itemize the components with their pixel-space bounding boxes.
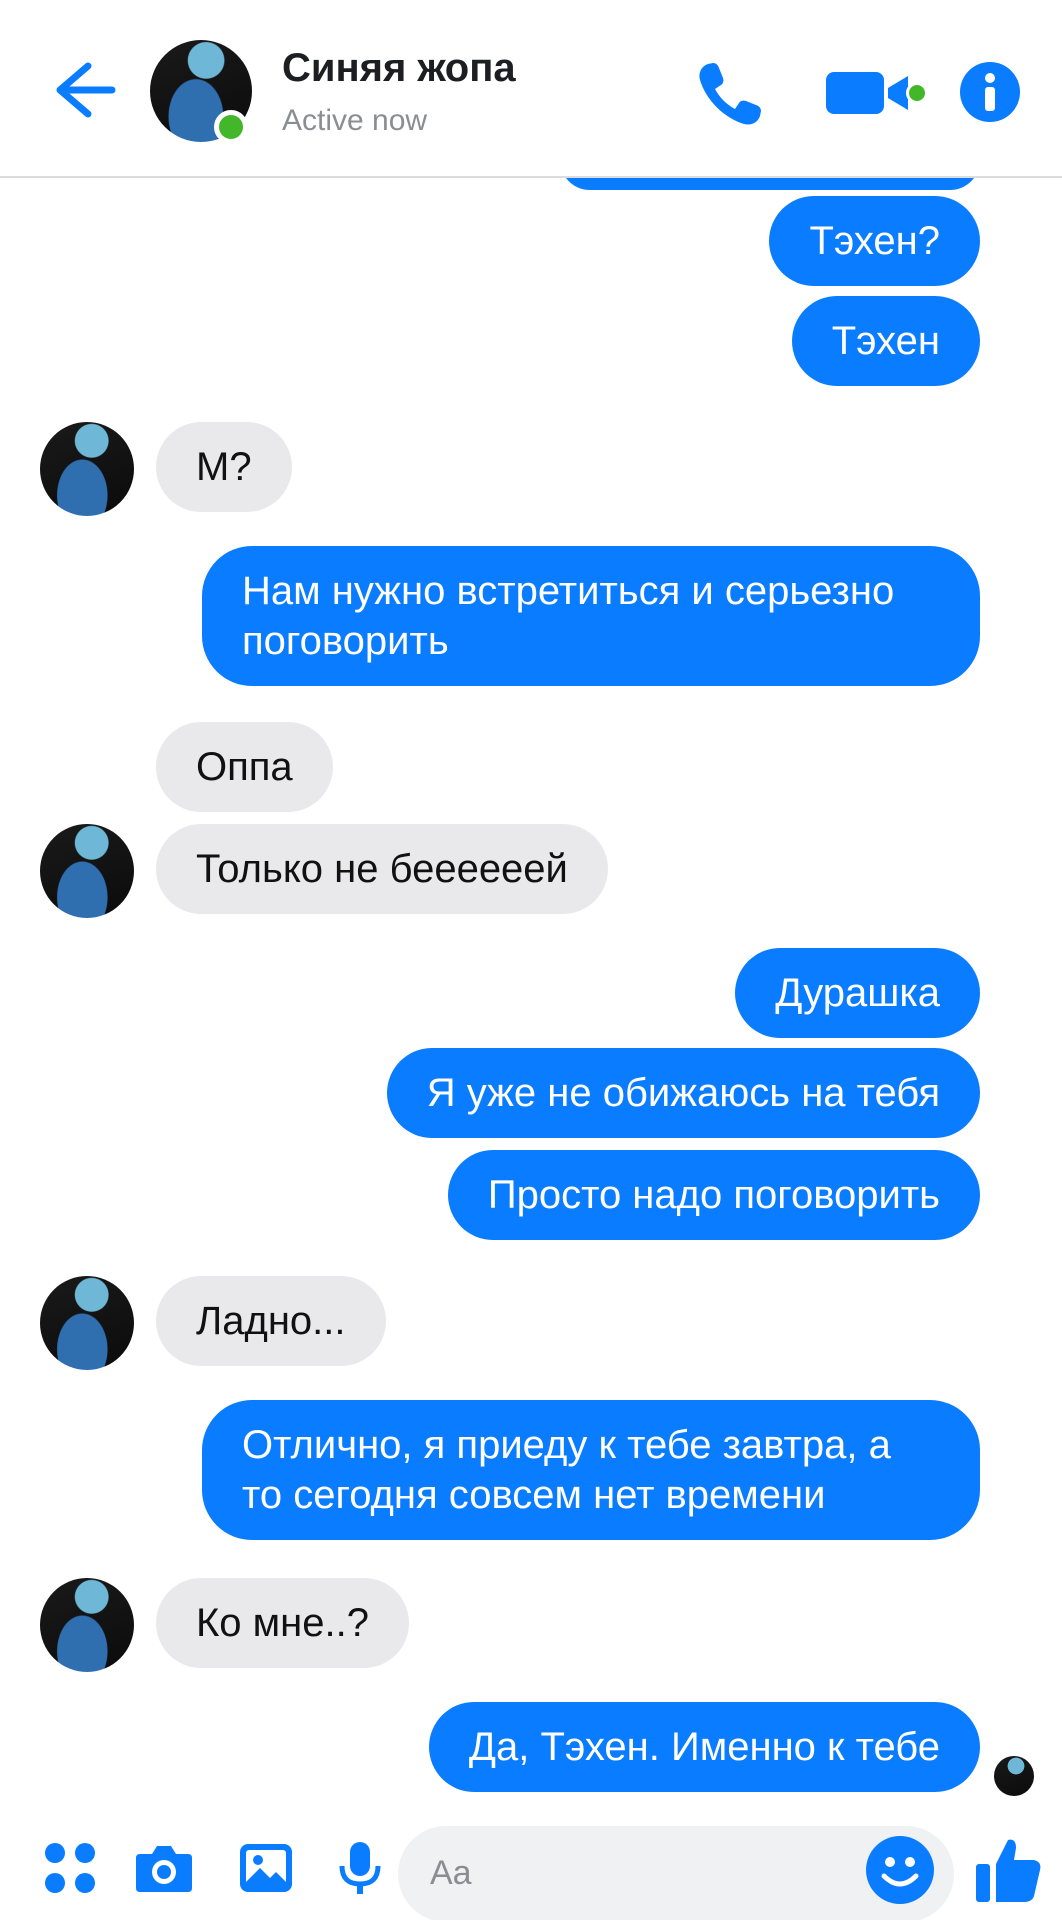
message-bubble[interactable]: Нам нужно встретиться и серьезно поговор…	[202, 546, 980, 686]
chat-header: Синяя жопа Active now	[0, 0, 1062, 178]
message-bubble[interactable]: Я уже не обижаюсь на тебя	[386, 1048, 980, 1138]
contact-avatar[interactable]	[40, 824, 134, 918]
video-active-indicator	[906, 82, 928, 104]
message-bubble[interactable]: Тэхен?	[769, 196, 980, 286]
contact-avatar[interactable]	[40, 1276, 134, 1370]
info-icon[interactable]	[960, 62, 1020, 122]
message-bubble[interactable]: Оппа	[156, 722, 333, 812]
message-bubble[interactable]: Ладно...	[156, 1276, 386, 1366]
message-bubble[interactable]: Просто надо поговорить	[447, 1150, 980, 1240]
message-bubble[interactable]: Да, Тэхен. Именно к тебе	[428, 1702, 980, 1792]
contact-avatar[interactable]	[40, 422, 134, 516]
online-indicator	[214, 110, 248, 144]
contact-status: Active now	[282, 104, 428, 137]
message-bubble[interactable]: Тэхен	[791, 296, 980, 386]
contact-name[interactable]: Синяя жопа	[282, 46, 516, 91]
seen-indicator-avatar	[994, 1756, 1034, 1796]
back-arrow-icon[interactable]	[48, 58, 118, 122]
microphone-icon[interactable]	[330, 1838, 390, 1898]
phone-icon[interactable]	[694, 56, 768, 130]
message-bubble[interactable]: Ко мне..?	[156, 1578, 409, 1668]
thumbs-up-icon[interactable]	[974, 1834, 1044, 1906]
apps-icon[interactable]	[40, 1838, 100, 1898]
message-bubble[interactable]: Дурашка	[735, 948, 980, 1038]
message-bubble[interactable]: Только не беееееей	[156, 824, 608, 914]
gallery-icon[interactable]	[236, 1838, 296, 1898]
camera-icon[interactable]	[134, 1838, 194, 1898]
message-input-placeholder: Aa	[430, 1854, 472, 1892]
message-composer: Aa	[0, 1808, 1062, 1920]
message-bubble[interactable]: Отлично, я приеду к тебе завтра, а то се…	[202, 1400, 980, 1540]
message-bubble[interactable]: М?	[156, 422, 292, 512]
emoji-icon[interactable]	[866, 1836, 934, 1904]
contact-avatar[interactable]	[40, 1578, 134, 1672]
